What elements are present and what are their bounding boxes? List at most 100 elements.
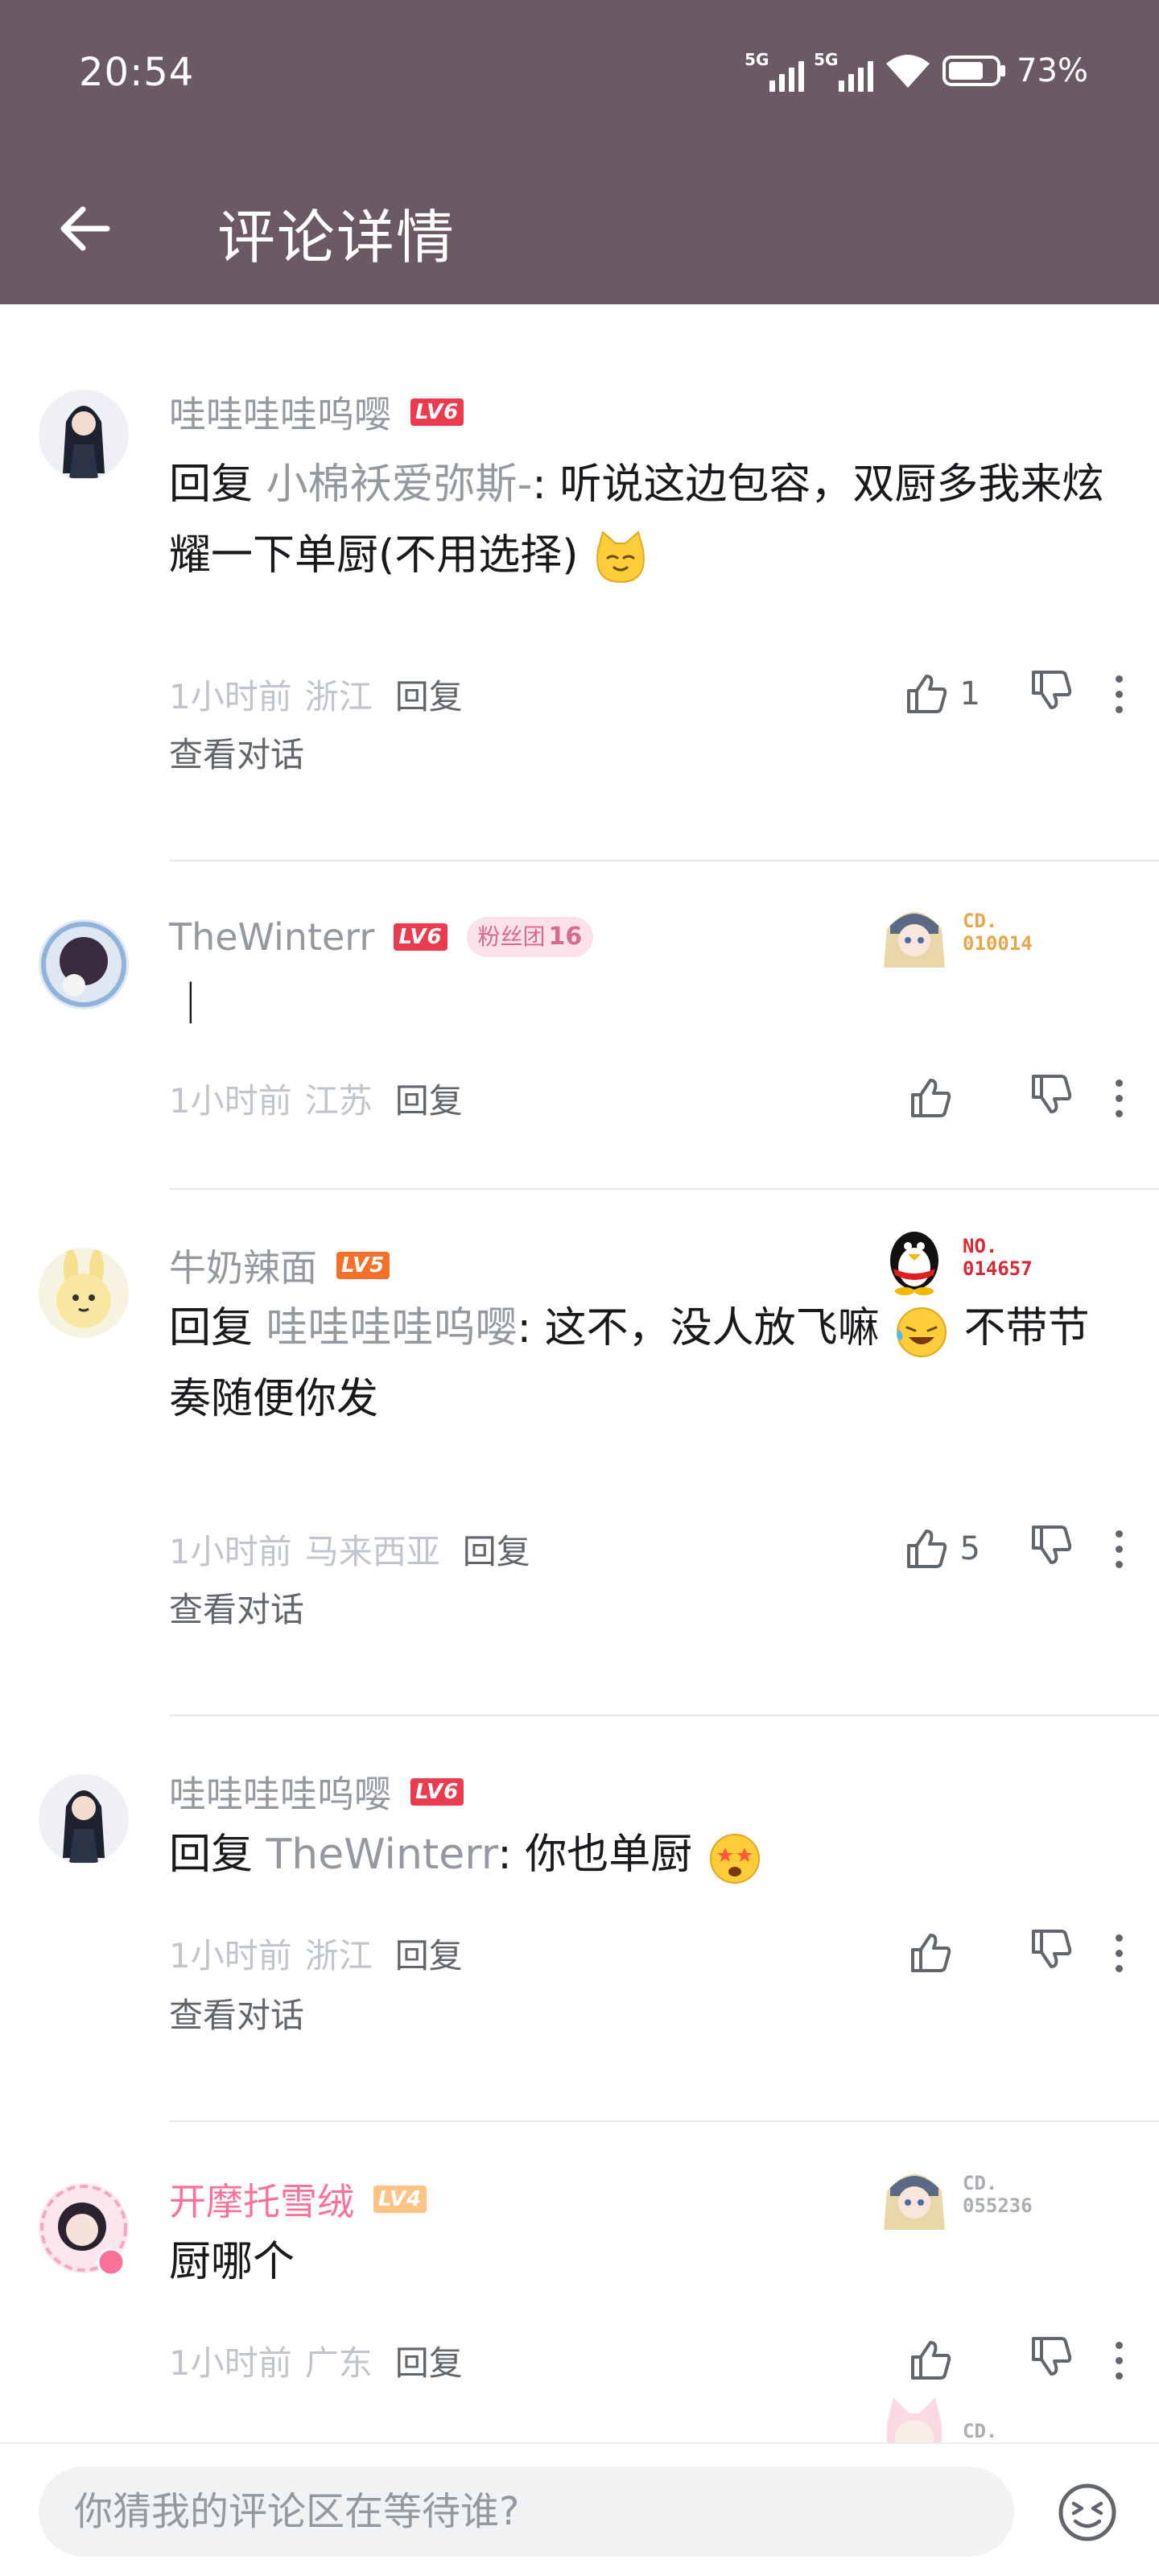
thumbs-up-icon <box>911 1079 951 1117</box>
divider <box>169 2120 1159 2122</box>
level-badge: LV5 <box>336 1252 390 1279</box>
username[interactable]: 哇哇哇哇呜嘤 <box>169 1765 391 1818</box>
username[interactable]: 牛奶辣面 <box>169 1239 317 1292</box>
reply-button[interactable]: 回复 <box>395 2336 463 2385</box>
card-avatar-icon <box>884 2174 945 2230</box>
more-options-icon[interactable] <box>1111 1934 1127 1972</box>
level-badge: LV6 <box>394 923 448 951</box>
dislike-button[interactable] <box>1029 1522 1074 1575</box>
comment-text: : 这不，没人放飞嘛 <box>517 1304 880 1352</box>
comment-actions <box>908 1927 1127 1979</box>
more-options-icon[interactable] <box>1111 1079 1127 1117</box>
fan-club-label: 粉丝团 <box>477 923 546 950</box>
comment-meta: 1小时前 马来西亚 回复 5 <box>169 1523 1127 1575</box>
status-icons: 5G 5G 73% <box>744 47 1088 95</box>
reply-prefix: 回复 <box>169 1831 266 1879</box>
comment-location: 浙江 <box>304 676 373 716</box>
decoration-card[interactable]: NO. 014657 <box>876 1219 1033 1296</box>
comment-content[interactable]: 回复 哇哇哇哇呜嘤: 这不，没人放飞嘛 不带节奏随便你发 <box>169 1293 1127 1435</box>
reply-button[interactable]: 回复 <box>395 1074 463 1123</box>
dislike-button[interactable] <box>1029 2334 1074 2387</box>
decoration-card-partial[interactable]: CD. <box>876 2392 997 2442</box>
level-badge: LV6 <box>410 398 464 426</box>
like-button[interactable] <box>908 1075 980 1121</box>
decoration-card[interactable]: CD. 055236 <box>876 2156 1033 2233</box>
username[interactable]: TheWinterr <box>169 915 374 959</box>
comment-list[interactable]: 哇哇哇哇呜嘤 LV6 回复 小棉袄爱弥斯-: 听说这边包容，双厨多我来炫耀一下单… <box>0 304 1159 2442</box>
thumbs-up-icon <box>911 1934 951 1972</box>
fan-club-level: 16 <box>548 923 583 951</box>
cat-face-emoji-icon <box>596 530 645 584</box>
thumbs-up-icon <box>911 2341 951 2380</box>
thumbs-down-icon <box>1032 671 1072 709</box>
star-eyes-emoji-icon <box>709 1834 760 1884</box>
thumbs-up-icon <box>906 1530 947 1568</box>
like-button[interactable] <box>908 2338 980 2383</box>
card-number: NO. 014657 <box>963 1235 1033 1280</box>
signal-5g-label: 5G <box>744 50 769 69</box>
avatar[interactable] <box>39 919 129 1009</box>
comment-meta: 1小时前 广东 回复 <box>169 2334 1127 2386</box>
comment-actions <box>908 1072 1127 1124</box>
reply-prefix: 回复 <box>169 460 266 509</box>
mention-link[interactable]: 小棉袄爱弥斯- <box>266 460 533 509</box>
username-row: TheWinterr LV6 粉丝团 16 <box>169 913 594 961</box>
decoration-card[interactable]: CD. 010014 <box>876 894 1033 971</box>
reply-button[interactable]: 回复 <box>395 1929 463 1978</box>
card-number: CD. 010014 <box>963 910 1033 955</box>
avatar[interactable] <box>39 1774 129 1864</box>
signal-5g-label-2: 5G <box>814 50 839 69</box>
reply-button[interactable]: 回复 <box>395 670 463 719</box>
username-row: 哇哇哇哇呜嘤 LV6 <box>169 1768 464 1816</box>
more-options-icon[interactable] <box>1111 1530 1127 1568</box>
view-conversation-link[interactable]: 查看对话 <box>169 1988 304 2037</box>
comment-content[interactable]: 回复 小棉袄爱弥斯-: 听说这边包容，双厨多我来炫耀一下单厨(不用选择) <box>169 449 1127 591</box>
view-conversation-link[interactable]: 查看对话 <box>169 728 304 777</box>
back-arrow-icon[interactable] <box>50 195 118 262</box>
username[interactable]: 开摩托雪绒 <box>169 2173 354 2226</box>
thumbs-up-icon <box>906 675 947 713</box>
reply-button[interactable]: 回复 <box>463 1525 530 1574</box>
mention-link[interactable]: TheWinterr <box>266 1831 498 1879</box>
dislike-button[interactable] <box>1029 1071 1074 1125</box>
wifi-icon <box>886 55 930 88</box>
avatar[interactable] <box>39 2183 129 2277</box>
level-badge: LV4 <box>373 2186 427 2213</box>
laughing-crying-emoji-icon <box>897 1307 947 1357</box>
comment-content[interactable]: 厨哪个 <box>169 2227 1127 2297</box>
avatar[interactable] <box>39 1248 129 1338</box>
signal-5g-icon: 5G <box>744 50 805 92</box>
page-title: 评论详情 <box>217 204 456 271</box>
divider <box>169 1715 1159 1716</box>
qq-penguin-icon <box>890 1232 938 1295</box>
divider <box>169 1188 1159 1190</box>
dislike-button[interactable] <box>1029 667 1074 720</box>
comment-location: 浙江 <box>304 1935 373 1975</box>
comment-location: 江苏 <box>304 1080 373 1121</box>
username-row: 哇哇哇哇呜嘤 LV6 <box>169 388 464 436</box>
comment-actions: 1 <box>904 668 1127 720</box>
like-button[interactable]: 1 <box>904 671 980 716</box>
like-button[interactable]: 5 <box>904 1526 980 1571</box>
dislike-button[interactable] <box>1029 1926 1074 1979</box>
more-options-icon[interactable] <box>1111 2341 1127 2380</box>
app-bar: 评论详情 <box>0 153 1159 304</box>
more-options-icon[interactable] <box>1111 675 1127 713</box>
status-time: 20:54 <box>79 50 195 95</box>
comment-content[interactable]: | <box>169 964 1127 1035</box>
comment-location: 广东 <box>304 2343 373 2383</box>
comment-input[interactable] <box>39 2467 1014 2557</box>
like-button[interactable] <box>908 1930 980 1975</box>
comment-content[interactable]: 回复 TheWinterr: 你也单厨 <box>169 1819 1127 1890</box>
card-number: CD. 055236 <box>963 2172 1033 2217</box>
emoji-picker-icon[interactable] <box>1056 2481 1119 2544</box>
comment-input-bar <box>0 2442 1159 2576</box>
username-row: 开摩托雪绒 LV4 <box>169 2175 427 2223</box>
thumbs-down-icon <box>1032 1930 1072 1968</box>
username[interactable]: 哇哇哇哇呜嘤 <box>169 386 391 439</box>
view-conversation-link[interactable]: 查看对话 <box>169 1583 304 1632</box>
comment-time: 1小时前 <box>169 676 292 716</box>
mention-link[interactable]: 哇哇哇哇呜嘤 <box>266 1304 518 1352</box>
battery-percent: 73% <box>1017 52 1088 89</box>
avatar[interactable] <box>39 390 129 480</box>
